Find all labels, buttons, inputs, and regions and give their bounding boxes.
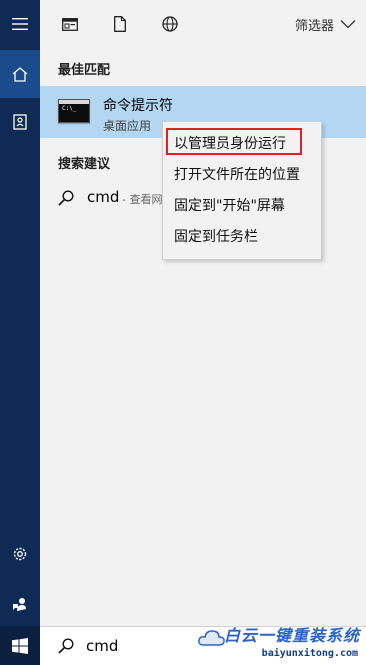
menu-item-run-as-admin[interactable]: 以管理员身份运行: [174, 133, 286, 153]
filter-label: 筛选器: [294, 18, 334, 34]
context-menu: 以管理员身份运行 打开文件所在的位置 固定到"开始"屏幕 固定到任务栏: [162, 121, 322, 260]
watermark-url: baiyunxitong.com: [261, 648, 358, 659]
app-type: 桌面应用: [103, 119, 152, 133]
home-icon: [12, 66, 28, 82]
start-button[interactable]: [0, 626, 40, 665]
menu-button[interactable]: [0, 0, 40, 48]
apps-icon: [62, 17, 78, 31]
suggestion-hint: - 查看网: [122, 193, 163, 206]
feedback-button[interactable]: [0, 580, 40, 628]
app-name: 命令提示符: [103, 98, 173, 114]
suggestion-term: cmd: [87, 188, 120, 206]
menu-item-pin-to-start[interactable]: 固定到"开始"屏幕: [174, 195, 285, 215]
watermark-title: 白云一键重装系统: [223, 626, 360, 645]
menu-item-pin-to-taskbar[interactable]: 固定到任务栏: [174, 226, 258, 246]
apps-scope-button[interactable]: [45, 0, 95, 48]
search-results-panel: 筛选器 最佳匹配 C:\_ 命令提示符 桌面应用 搜索建议 cmd - 查看网: [40, 0, 366, 626]
start-rail: [0, 0, 40, 665]
settings-icon: [13, 547, 27, 561]
command-prompt-app-icon: C:\_: [58, 99, 90, 123]
watermark: 白云一键重装系统 baiyunxitong.com: [198, 620, 364, 664]
cloud-logo-icon: [198, 630, 225, 646]
menu-item-open-file-location[interactable]: 打开文件所在的位置: [174, 164, 300, 184]
web-icon: [162, 16, 178, 32]
suggestions-heading: 搜索建议: [58, 157, 111, 172]
search-icon: [58, 638, 74, 654]
notebook-button[interactable]: [0, 98, 40, 146]
settings-button[interactable]: [0, 530, 40, 578]
home-button[interactable]: [0, 50, 40, 98]
hamburger-menu-icon: [12, 18, 28, 30]
documents-scope-button[interactable]: [95, 0, 145, 48]
chevron-down-icon: [340, 20, 356, 29]
search-scope-bar: 筛选器: [40, 0, 366, 48]
best-match-heading: 最佳匹配: [58, 63, 111, 78]
search-icon: [58, 190, 74, 206]
web-scope-button[interactable]: [145, 0, 195, 48]
feedback-icon: [13, 598, 26, 611]
windows-logo-icon: [12, 637, 28, 654]
command-prompt-icon-text: C:\_: [62, 105, 77, 112]
documents-icon: [114, 16, 126, 32]
notebook-icon: [13, 114, 27, 130]
filter-dropdown[interactable]: 筛选器: [295, 0, 356, 48]
